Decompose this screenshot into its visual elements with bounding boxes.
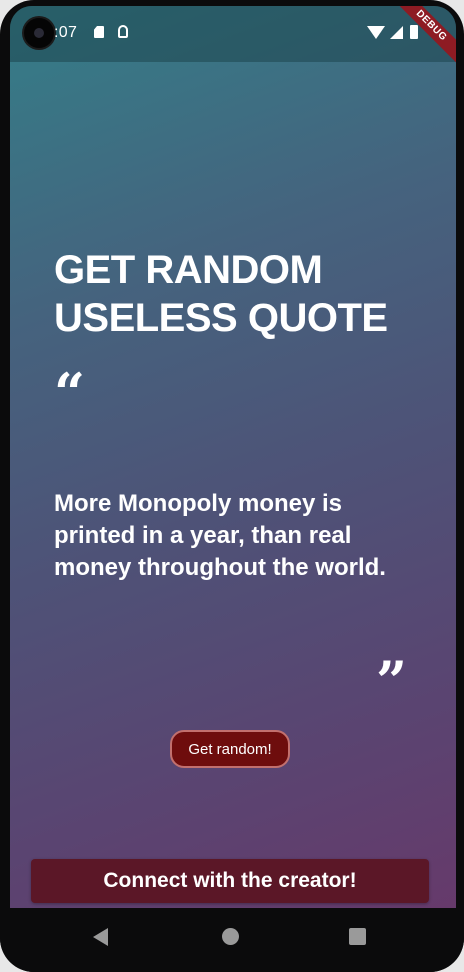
close-quote-icon: ” <box>376 649 408 713</box>
recent-apps-icon[interactable] <box>349 928 366 945</box>
android-debug-icon <box>118 25 128 38</box>
back-icon[interactable] <box>93 928 108 946</box>
home-icon[interactable] <box>222 928 239 945</box>
open-quote-icon: “ <box>54 361 86 425</box>
status-bar: :07 DEBUG <box>10 6 456 71</box>
phone-frame: :07 DEBUG GET RANDOM USELESS QUOTE “ Mor… <box>0 0 464 972</box>
app-screen: :07 DEBUG GET RANDOM USELESS QUOTE “ Mor… <box>10 6 456 908</box>
cell-signal-icon <box>390 26 403 39</box>
system-nav-bar <box>0 908 464 972</box>
front-camera <box>24 18 54 48</box>
battery-icon <box>410 25 418 39</box>
connect-with-creator-button[interactable]: Connect with the creator! <box>31 859 429 903</box>
page-title: GET RANDOM USELESS QUOTE <box>54 248 388 340</box>
quote-text: More Monopoly money is printed in a year… <box>54 490 386 581</box>
status-time: :07 <box>54 24 78 41</box>
sd-card-icon <box>94 26 104 38</box>
get-random-button[interactable]: Get random! <box>170 730 290 768</box>
wifi-icon <box>367 26 385 39</box>
